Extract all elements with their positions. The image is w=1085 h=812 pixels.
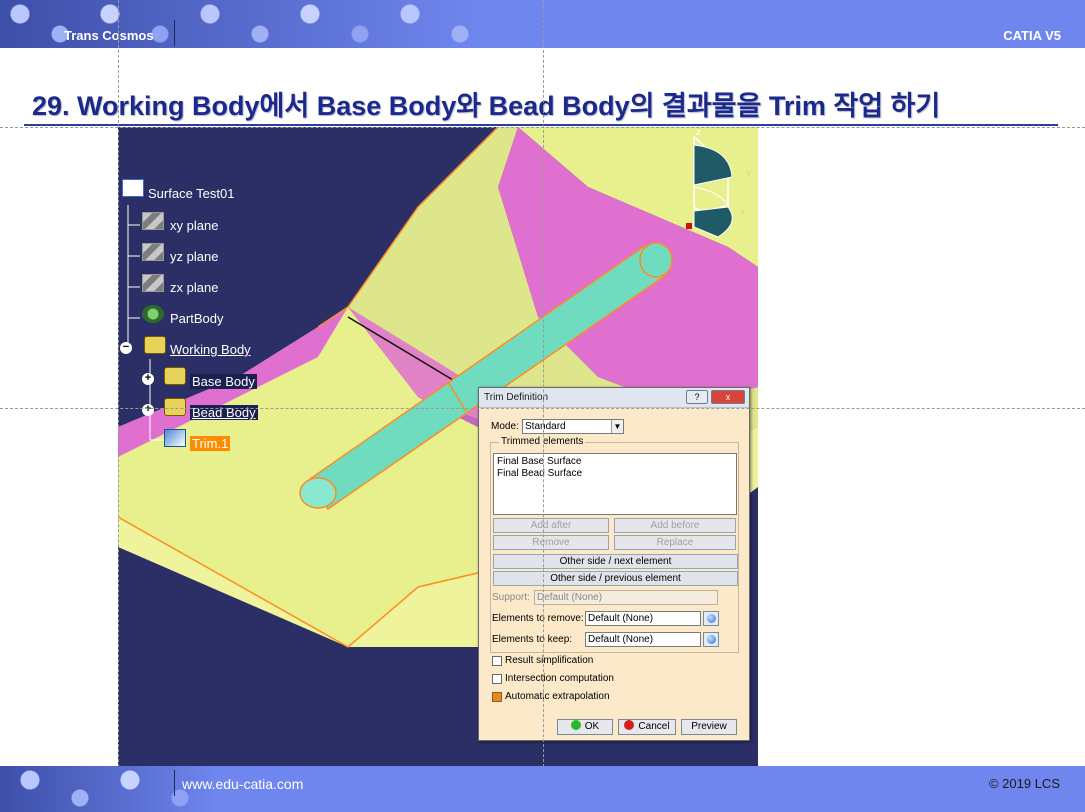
- body-icon: [164, 398, 186, 416]
- remove-button[interactable]: Remove: [493, 535, 609, 550]
- tree-item-bead-body[interactable]: Bead Body: [190, 404, 258, 422]
- trimmed-elements-list[interactable]: Final Base Surface Final Bead Surface: [493, 453, 737, 515]
- trim-definition-dialog: Trim Definition ? x Mode: Standard ▼ Tri…: [478, 387, 750, 741]
- cancel-icon: [624, 720, 635, 730]
- add-before-button[interactable]: Add before: [614, 518, 736, 533]
- close-button[interactable]: x: [711, 390, 745, 404]
- partbody-icon: [142, 305, 164, 323]
- mode-label: Mode:: [491, 421, 519, 432]
- dialog-titlebar[interactable]: Trim Definition ? x: [479, 388, 749, 408]
- tree-item-working-body[interactable]: Working Body: [168, 341, 253, 359]
- elements-to-keep-field[interactable]: Default (None): [585, 632, 701, 647]
- tree-root-label: Surface Test01: [148, 186, 235, 201]
- replace-button[interactable]: Replace: [614, 535, 736, 550]
- elements-to-remove-label: Elements to remove:: [492, 613, 584, 624]
- other-side-next-button[interactable]: Other side / next element: [493, 554, 738, 569]
- other-side-previous-button[interactable]: Other side / previous element: [493, 571, 738, 586]
- tree-label: Base Body: [190, 374, 257, 389]
- footer-divider: [174, 770, 175, 796]
- tree-label: PartBody: [170, 311, 224, 326]
- expand-icon[interactable]: +: [142, 373, 154, 385]
- body-icon: [144, 336, 166, 354]
- slide-title: 29. Working Body에서 Base Body와 Bead Body의…: [32, 91, 941, 121]
- ok-label: OK: [584, 721, 600, 732]
- tree-item-zx-plane[interactable]: zx plane: [168, 279, 220, 297]
- guide-line-horizontal: [0, 127, 1085, 128]
- select-keep-icon[interactable]: [703, 632, 719, 647]
- automatic-extrapolation-checkbox[interactable]: [492, 692, 502, 702]
- tree-item-xy-plane[interactable]: xy plane: [168, 217, 220, 235]
- plane-icon: [142, 212, 164, 230]
- brand-label: Trans Cosmos: [64, 28, 154, 43]
- plane-icon: [142, 274, 164, 292]
- ok-button[interactable]: OK: [557, 719, 613, 735]
- support-label: Support:: [492, 592, 530, 603]
- support-field[interactable]: Default (None): [534, 590, 718, 605]
- product-label: CATIA V5: [1003, 28, 1061, 43]
- tree-item-root[interactable]: Surface Test01: [146, 185, 236, 203]
- bottom-banner: www.edu-catia.com © 2019 LCS: [0, 766, 1085, 812]
- automatic-extrapolation-label: Automatic extrapolation: [505, 691, 610, 702]
- collapse-icon[interactable]: −: [120, 342, 132, 354]
- expand-icon[interactable]: +: [142, 404, 154, 416]
- compass-x-label: x: [740, 208, 746, 218]
- website-link[interactable]: www.edu-catia.com: [182, 776, 303, 792]
- dialog-title: Trim Definition: [484, 392, 549, 403]
- plane-icon: [142, 243, 164, 261]
- intersection-computation-checkbox[interactable]: [492, 674, 502, 684]
- guide-line-vertical: [118, 0, 119, 812]
- elements-to-remove-field[interactable]: Default (None): [585, 611, 701, 626]
- cancel-button[interactable]: Cancel: [618, 719, 676, 735]
- tree-label: Working Body: [170, 342, 251, 357]
- help-button[interactable]: ?: [686, 390, 708, 404]
- elements-to-keep-label: Elements to keep:: [492, 634, 573, 645]
- guide-line-horizontal: [0, 408, 1085, 409]
- part-icon: [122, 179, 144, 197]
- list-item[interactable]: Final Base Surface: [497, 456, 733, 468]
- result-simplification-checkbox[interactable]: [492, 656, 502, 666]
- compass-y-label: y: [746, 168, 752, 178]
- tree-item-yz-plane[interactable]: yz plane: [168, 248, 220, 266]
- tree-label: xy plane: [170, 218, 219, 233]
- body-icon: [164, 367, 186, 385]
- compass-widget[interactable]: z y x: [678, 127, 758, 257]
- intersection-computation-label: Intersection computation: [505, 673, 614, 684]
- brand-divider: [174, 20, 175, 46]
- mode-select[interactable]: Standard ▼: [522, 419, 624, 434]
- result-simplification-label: Result simplification: [505, 655, 594, 666]
- tree-item-partbody[interactable]: PartBody: [168, 310, 225, 328]
- mode-value: Standard: [525, 421, 566, 432]
- tree-item-base-body[interactable]: Base Body: [190, 373, 257, 391]
- guide-line-vertical: [543, 0, 544, 812]
- select-remove-icon[interactable]: [703, 611, 719, 626]
- preview-button[interactable]: Preview: [681, 719, 737, 735]
- cancel-label: Cancel: [638, 721, 670, 732]
- trim-icon: [164, 429, 186, 447]
- compass-z-label: z: [696, 128, 701, 138]
- list-item[interactable]: Final Bead Surface: [497, 468, 733, 480]
- tree-label: Trim.1: [190, 436, 231, 451]
- add-after-button[interactable]: Add after: [493, 518, 609, 533]
- copyright-text: © 2019 LCS: [988, 776, 1060, 791]
- ok-icon: [570, 720, 581, 730]
- tree-label: yz plane: [170, 249, 219, 264]
- title-underline: [24, 124, 1058, 126]
- specification-tree: Surface Test01 xy plane yz plane zx plan…: [118, 127, 318, 467]
- chevron-down-icon: ▼: [611, 420, 623, 433]
- tree-label: zx plane: [170, 280, 219, 295]
- tree-item-trim[interactable]: Trim.1: [190, 435, 231, 453]
